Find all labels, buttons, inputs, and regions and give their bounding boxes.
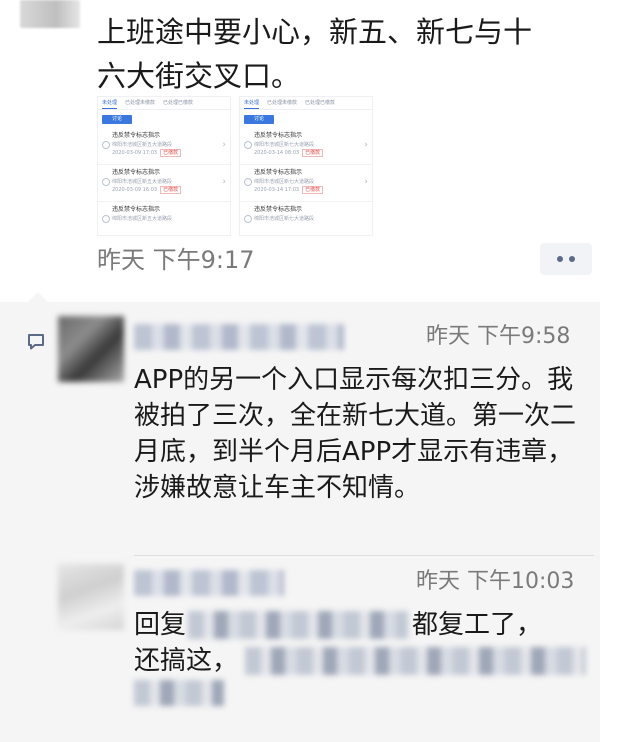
post-text-line1: 上班途中要小心，新五、新七与十 — [97, 15, 533, 49]
radio-circle-icon — [102, 215, 110, 223]
thumb-row-date: 2020-03-14 17:03 已缴款 — [254, 186, 372, 194]
more-actions-button[interactable] — [540, 243, 592, 275]
post-image-1[interactable]: 未处理 已处理未缴款 已处理已缴款 讨论 违反禁令标志指示 绵阳市涪城区新五大道… — [97, 96, 231, 236]
radio-circle-icon — [102, 178, 110, 186]
post-images: 未处理 已处理未缴款 已处理已缴款 讨论 违反禁令标志指示 绵阳市涪城区新五大道… — [97, 96, 373, 236]
thumb-row-tag: 已缴款 — [302, 149, 324, 157]
radio-circle-icon — [244, 215, 252, 223]
thumb-row-place: 绵阳市涪城区新五大道路段 — [112, 142, 173, 148]
moments-feed: 上班途中要小心，新五、新七与十 六大街交叉口。 未处理 已处理未缴款 已处理已缴… — [0, 0, 628, 742]
comment-reply-line2[interactable]: 还搞这， — [134, 643, 238, 679]
thumb-row-place: 绵阳市涪城区新七大道路段 — [254, 142, 315, 148]
thumb-row: 违反禁令标志指示 绵阳市涪城区新五大道路段 2020-03-09 17:03 已缴… — [98, 128, 230, 165]
thumb-tab: 已处理未缴款 — [267, 100, 298, 106]
thumb-row-title: 违反禁令标志指示 — [254, 169, 303, 176]
thumb-row: 违反禁令标志指示 绵阳市涪城区新七大道路段 — [240, 202, 372, 235]
post-timestamp: 昨天 下午9:17 — [97, 246, 255, 274]
reply-prefix: 回复 — [134, 610, 187, 640]
comments-panel: 昨天 下午9:58 APP的另一个入口显示每次扣三分。我被拍了三次，全在新七大道… — [0, 292, 600, 742]
thumb-row-tag: 已缴款 — [302, 186, 324, 194]
thumb-row-title: 违反禁令标志指示 — [112, 206, 161, 213]
commenter-avatar[interactable] — [58, 316, 124, 382]
chevron-right-icon: › — [364, 140, 368, 150]
radio-circle-icon — [244, 141, 252, 149]
comment-timestamp: 昨天 下午9:58 — [426, 324, 571, 349]
post-text: 上班途中要小心，新五、新七与十 六大街交叉口。 — [97, 10, 607, 98]
thumb-row: 违反禁令标志指示 绵阳市涪城区新五大道路段 — [98, 202, 230, 235]
thumb-tab: 已处理已缴款 — [163, 100, 194, 106]
thumb-row: 违反禁令标志指示 绵阳市涪城区新七大道路段 2020-03-14 17:03 已缴… — [240, 165, 372, 202]
comments-caret — [28, 292, 48, 302]
thumb-tabs: 未处理 已处理未缴款 已处理已缴款 — [240, 97, 372, 110]
thumb-row-date: 2020-03-09 17:03 已缴款 — [112, 149, 230, 157]
reply-text: 都复工了， — [412, 610, 543, 640]
thumb-row-title: 违反禁令标志指示 — [254, 132, 303, 139]
comment-text[interactable]: APP的另一个入口显示每次扣三分。我被拍了三次，全在新七大道。第一次二月底，到半… — [134, 362, 584, 506]
thumb-row-title: 违反禁令标志指示 — [112, 169, 161, 176]
reply-text-2: 还搞这， — [134, 646, 239, 676]
thumb-row: 违反禁令标志指示 绵阳市涪城区新五大道路段 2020-03-09 16:03 已缴… — [98, 165, 230, 202]
more-dots-icon — [557, 256, 563, 262]
thumb-row-date: 2020-03-09 16:03 已缴款 — [112, 186, 230, 194]
thumb-tab: 未处理 — [102, 99, 118, 109]
poster-avatar[interactable] — [20, 0, 80, 28]
thumb-row-date-text: 2020-03-14 17:03 — [254, 187, 300, 193]
redacted-text — [245, 647, 585, 675]
chevron-right-icon: › — [222, 140, 226, 150]
chevron-right-icon: › — [222, 177, 226, 187]
post-text-line2: 六大街交叉口。 — [97, 59, 301, 93]
thumb-row-place: 绵阳市涪城区新五大道路段 — [112, 216, 173, 222]
thumb-row: 违反禁令标志指示 绵阳市涪城区新七大道路段 2020-03-14 08:03 已缴… — [240, 128, 372, 165]
thumb-row-date-text: 2020-03-09 17:03 — [112, 150, 158, 156]
thumb-row-date-text: 2020-03-09 16:03 — [112, 187, 158, 193]
comment-bubble-icon — [28, 334, 44, 350]
thumb-row-title: 违反禁令标志指示 — [112, 132, 161, 139]
more-dots-icon — [569, 256, 575, 262]
thumb-row-place: 绵阳市涪城区新五大道路段 — [112, 179, 173, 185]
thumb-row-place: 绵阳市涪城区新七大道路段 — [254, 216, 315, 222]
post-image-2[interactable]: 未处理 已处理未缴款 已处理已缴款 讨论 违反禁令标志指示 绵阳市涪城区新七大道… — [239, 96, 373, 236]
thumb-tab: 未处理 — [244, 99, 260, 109]
redacted-text — [134, 680, 224, 706]
thumb-row-date-text: 2020-03-14 08:03 — [254, 150, 300, 156]
redacted-mention — [188, 611, 408, 639]
chevron-right-icon: › — [364, 177, 368, 187]
thumb-tabs: 未处理 已处理未缴款 已处理已缴款 — [98, 97, 230, 110]
thumb-row-tag: 已缴款 — [160, 149, 182, 157]
radio-circle-icon — [102, 141, 110, 149]
thumb-row-title: 违反禁令标志指示 — [254, 206, 303, 213]
thumb-button: 讨论 — [102, 115, 132, 124]
thumb-button: 讨论 — [244, 115, 274, 124]
radio-circle-icon — [244, 178, 252, 186]
thumb-row-tag: 已缴款 — [160, 186, 182, 194]
commenter-name-redacted[interactable] — [134, 324, 344, 350]
comment-divider — [134, 555, 594, 556]
thumb-row-place: 绵阳市涪城区新七大道路段 — [254, 179, 315, 185]
thumb-row-date: 2020-03-14 08:03 已缴款 — [254, 149, 372, 157]
comment-timestamp: 昨天 下午10:03 — [416, 569, 575, 594]
thumb-tab: 已处理已缴款 — [305, 100, 336, 106]
thumb-tab: 已处理未缴款 — [125, 100, 156, 106]
commenter-avatar[interactable] — [58, 564, 124, 630]
commenter-name-redacted[interactable] — [134, 570, 284, 596]
